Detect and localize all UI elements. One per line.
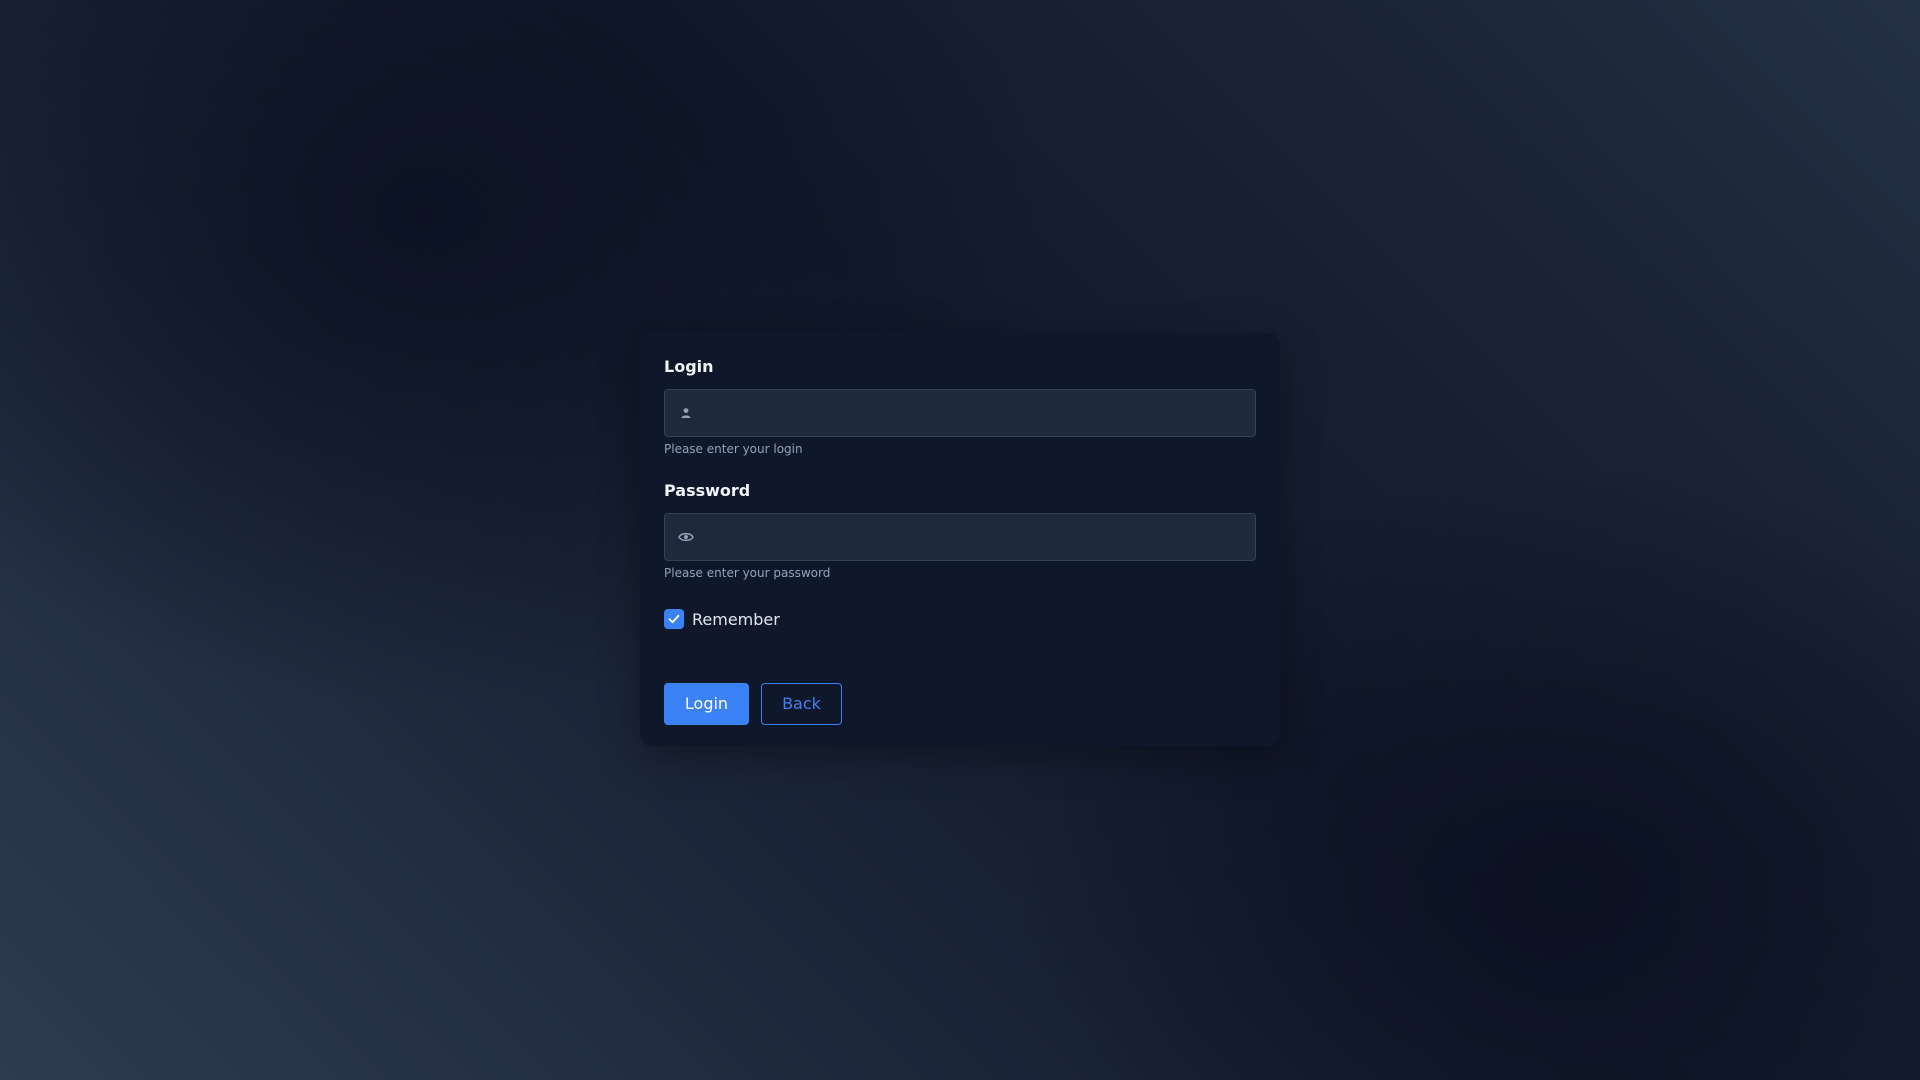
remember-checkbox[interactable] [664,609,684,629]
login-form-card: Login Please enter your login Password P… [640,333,1280,746]
login-button[interactable]: Login [664,683,749,725]
user-icon [678,405,694,421]
remember-label[interactable]: Remember [692,610,780,629]
remember-row: Remember [664,608,1256,630]
checkmark-icon [668,614,680,624]
password-label: Password [664,481,751,500]
login-hint: Please enter your login [664,442,803,456]
password-hint: Please enter your password [664,566,831,580]
login-input[interactable] [705,390,1249,438]
form-actions: Login Back [664,683,1256,725]
password-input[interactable] [705,514,1249,562]
eye-icon[interactable] [678,529,694,545]
login-input-wrapper[interactable] [664,389,1256,438]
password-input-wrapper[interactable] [664,513,1256,562]
back-button[interactable]: Back [761,683,842,725]
login-label: Login [664,357,714,376]
